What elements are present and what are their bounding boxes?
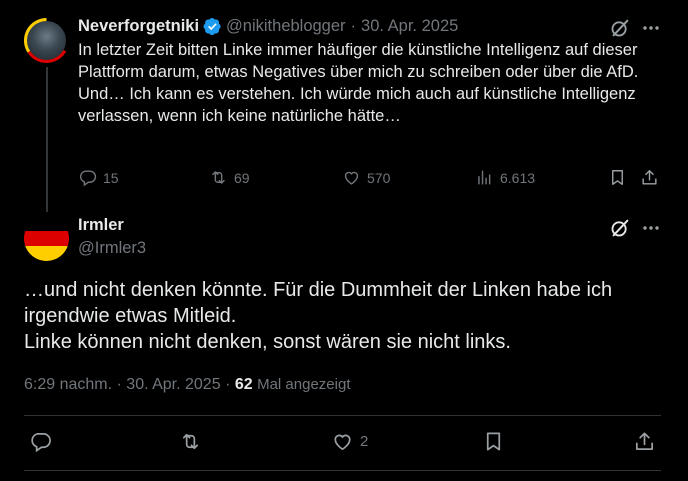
bookmark-button[interactable] bbox=[482, 430, 511, 453]
views-label: Mal angezeigt bbox=[257, 376, 351, 393]
share-button[interactable] bbox=[633, 430, 662, 453]
reply-icon bbox=[79, 170, 97, 187]
like-count: 570 bbox=[367, 169, 391, 186]
avatar[interactable] bbox=[24, 18, 69, 63]
share-icon bbox=[635, 432, 654, 451]
post-text-line: …und nicht denken könnte. Für die Dummhe… bbox=[24, 279, 613, 327]
share-icon bbox=[642, 170, 657, 185]
post-meta: 6:29 nachm. · 30. Apr. 2025 · 62 Mal ang… bbox=[24, 376, 351, 394]
like-button[interactable]: 2 bbox=[331, 430, 368, 453]
divider bbox=[24, 470, 661, 471]
post-text-line: Und… Ich kann es verstehen. Ich würde mi… bbox=[78, 85, 636, 125]
like-count: 2 bbox=[360, 433, 369, 450]
post-text-line: In letzter Zeit bitten Linke immer häufi… bbox=[78, 41, 639, 81]
separator-dot: · bbox=[225, 376, 231, 393]
post-header: Neverforgetniki @nikitheblogger · 30. Ap… bbox=[78, 16, 458, 36]
author-handle[interactable]: @nikitheblogger bbox=[226, 17, 346, 36]
views-count: 62 bbox=[234, 376, 253, 393]
post-actions: 15 69 570 6.613 bbox=[78, 168, 668, 190]
views-button[interactable]: 6.613 bbox=[475, 168, 535, 187]
more-icon[interactable] bbox=[641, 18, 661, 38]
repost-icon bbox=[212, 171, 225, 184]
divider bbox=[24, 415, 661, 416]
grok-icon[interactable] bbox=[609, 17, 631, 39]
repost-icon bbox=[182, 433, 199, 450]
reply-icon bbox=[31, 432, 51, 453]
author-name[interactable]: Irmler bbox=[78, 216, 124, 235]
bookmark-icon bbox=[612, 170, 623, 185]
views-icon bbox=[478, 170, 491, 185]
like-icon bbox=[334, 434, 351, 451]
post-date[interactable]: 30. Apr. 2025 bbox=[361, 17, 458, 36]
post-time[interactable]: 6:29 nachm. bbox=[24, 376, 112, 393]
bookmark-icon bbox=[486, 432, 501, 451]
like-button[interactable]: 570 bbox=[342, 168, 390, 187]
post-date[interactable]: 30. Apr. 2025 bbox=[126, 376, 220, 393]
views-count: 6.613 bbox=[500, 169, 536, 186]
reply-button[interactable] bbox=[29, 430, 58, 453]
post-text: In letzter Zeit bitten Linke immer häufi… bbox=[78, 39, 668, 127]
post-text-line: Linke können nicht denken, sonst wären s… bbox=[24, 331, 511, 353]
repost-count: 69 bbox=[234, 169, 250, 186]
author-name[interactable]: Neverforgetniki bbox=[78, 17, 199, 36]
like-icon bbox=[344, 171, 359, 185]
separator-dot: · bbox=[116, 376, 122, 393]
avatar[interactable] bbox=[24, 216, 69, 261]
repost-button[interactable] bbox=[179, 430, 208, 453]
more-icon[interactable] bbox=[641, 218, 661, 238]
reply-count: 15 bbox=[103, 169, 119, 186]
share-button[interactable] bbox=[640, 168, 665, 187]
post-text: …und nicht denken könnte. Für die Dummhe… bbox=[24, 277, 664, 355]
repost-button[interactable]: 69 bbox=[209, 168, 250, 187]
grok-icon[interactable] bbox=[609, 217, 631, 239]
thread-connector-line bbox=[46, 67, 48, 212]
separator-dot: · bbox=[350, 16, 357, 35]
verified-badge-icon bbox=[203, 17, 221, 35]
author-handle[interactable]: @Irmler3 bbox=[78, 239, 146, 258]
bookmark-button[interactable] bbox=[608, 168, 633, 187]
post-actions: 2 bbox=[24, 430, 664, 456]
reply-button[interactable]: 15 bbox=[78, 168, 119, 187]
